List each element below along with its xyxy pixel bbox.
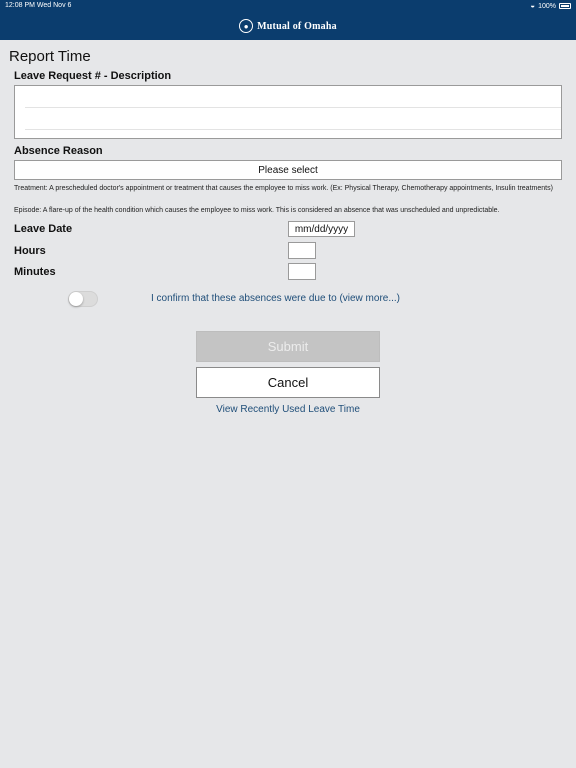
- wifi-icon: ◒: [530, 1, 536, 10]
- status-indicators: ◒ 100%: [530, 2, 571, 10]
- page-title: Report Time: [9, 48, 91, 65]
- treatment-help-text: Treatment: A prescheduled doctor's appoi…: [14, 185, 553, 192]
- list-item[interactable]: [25, 108, 561, 130]
- battery-icon: [559, 3, 571, 9]
- episode-help-text: Episode: A flare-up of the health condit…: [14, 207, 500, 214]
- cancel-button[interactable]: Cancel: [196, 367, 380, 398]
- toggle-knob: [69, 292, 83, 306]
- nav-bar: ● Mutual of Omaha: [0, 12, 576, 40]
- list-item[interactable]: [25, 86, 561, 108]
- view-recent-leave-link[interactable]: View Recently Used Leave Time: [196, 404, 380, 415]
- leave-date-field[interactable]: mm/dd/yyyy: [288, 221, 355, 237]
- absence-reason-select[interactable]: Please select: [14, 160, 562, 180]
- hours-label: Hours: [14, 245, 46, 257]
- status-time: 12:08 PM Wed Nov 6: [5, 2, 72, 9]
- submit-button[interactable]: Submit: [196, 331, 380, 362]
- indian-head-icon: ●: [239, 19, 254, 33]
- leave-request-label: Leave Request # - Description: [14, 70, 172, 82]
- leave-date-label: Leave Date: [14, 223, 73, 235]
- minutes-field[interactable]: [288, 263, 316, 280]
- confirm-absence-link[interactable]: I confirm that these absences were due t…: [151, 293, 400, 304]
- status-bar: 12:08 PM Wed Nov 6 ◒ 100%: [0, 0, 576, 12]
- confirm-toggle[interactable]: [68, 291, 98, 307]
- brand-name: Mutual of Omaha: [257, 20, 337, 32]
- hours-field[interactable]: [288, 242, 316, 259]
- minutes-label: Minutes: [14, 266, 56, 278]
- brand-logo: ● Mutual of Omaha: [239, 19, 337, 33]
- absence-reason-label: Absence Reason: [14, 145, 103, 157]
- battery-percent: 100%: [538, 2, 556, 10]
- leave-request-list[interactable]: [14, 85, 562, 139]
